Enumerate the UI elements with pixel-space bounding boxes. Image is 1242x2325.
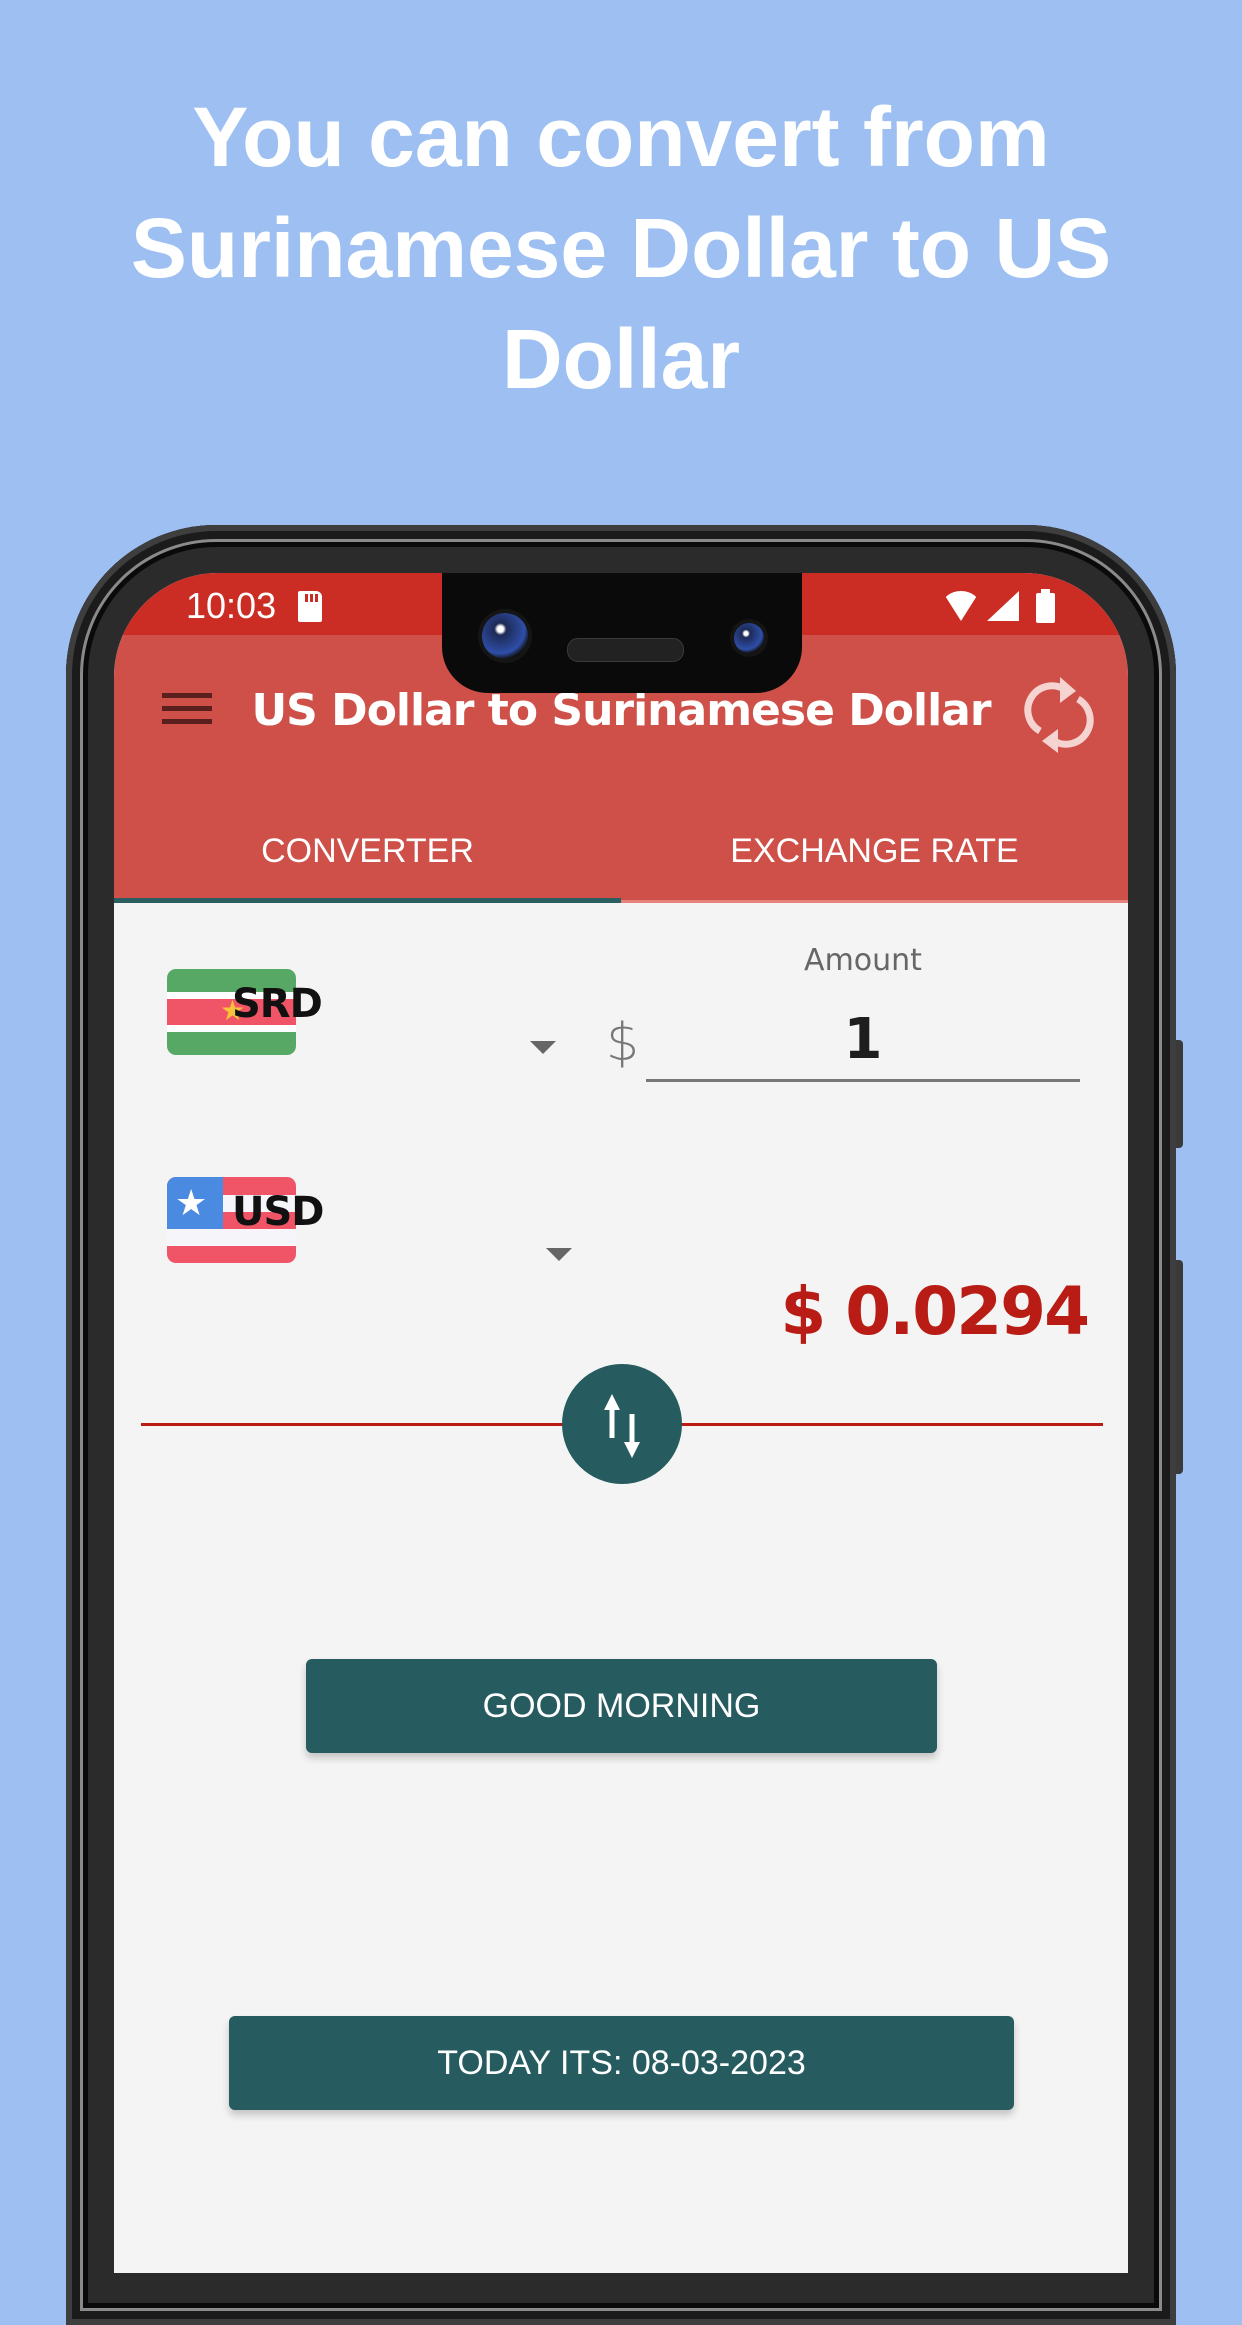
swap-currencies-button[interactable] <box>562 1364 682 1484</box>
tab-exchange-rate[interactable]: EXCHANGE RATE <box>621 800 1128 903</box>
phone-volume-button <box>1176 1260 1183 1474</box>
currency-symbol: $ <box>606 1013 640 1073</box>
sd-card-icon <box>298 591 322 622</box>
tab-converter[interactable]: CONVERTER <box>114 800 621 903</box>
tab-bar: CONVERTER EXCHANGE RATE <box>114 800 1128 903</box>
phone-power-button <box>1176 1040 1183 1148</box>
camera-notch <box>442 573 802 693</box>
date-button[interactable]: TODAY ITS: 08-03-2023 <box>229 2016 1014 2110</box>
promo-headline: You can convert from Surinamese Dollar t… <box>130 90 1112 406</box>
signal-icon <box>987 591 1019 621</box>
amount-label: Amount <box>804 943 922 978</box>
tab-divider <box>621 900 1128 903</box>
menu-icon[interactable] <box>162 690 212 728</box>
to-currency-code[interactable]: USD <box>232 1189 324 1235</box>
status-time: 10:03 <box>186 585 277 626</box>
from-currency-code[interactable]: SRD <box>232 981 323 1027</box>
amount-input[interactable] <box>646 999 1080 1082</box>
front-camera-icon <box>482 613 528 659</box>
phone-screen: 10:03 US Dollar to Surinamese Dollar CON… <box>114 573 1128 2273</box>
from-currency-dropdown-icon[interactable] <box>530 1041 556 1054</box>
conversion-result: $ 0.0294 <box>780 1273 1090 1350</box>
greeting-button[interactable]: GOOD MORNING <box>306 1659 937 1753</box>
battery-icon <box>1036 589 1055 623</box>
refresh-icon[interactable] <box>1024 675 1094 755</box>
wifi-icon <box>942 591 980 621</box>
earpiece-speaker <box>567 638 684 662</box>
front-sensor-icon <box>734 623 764 653</box>
swap-vertical-icon <box>604 1394 640 1458</box>
to-currency-dropdown-icon[interactable] <box>546 1248 572 1261</box>
